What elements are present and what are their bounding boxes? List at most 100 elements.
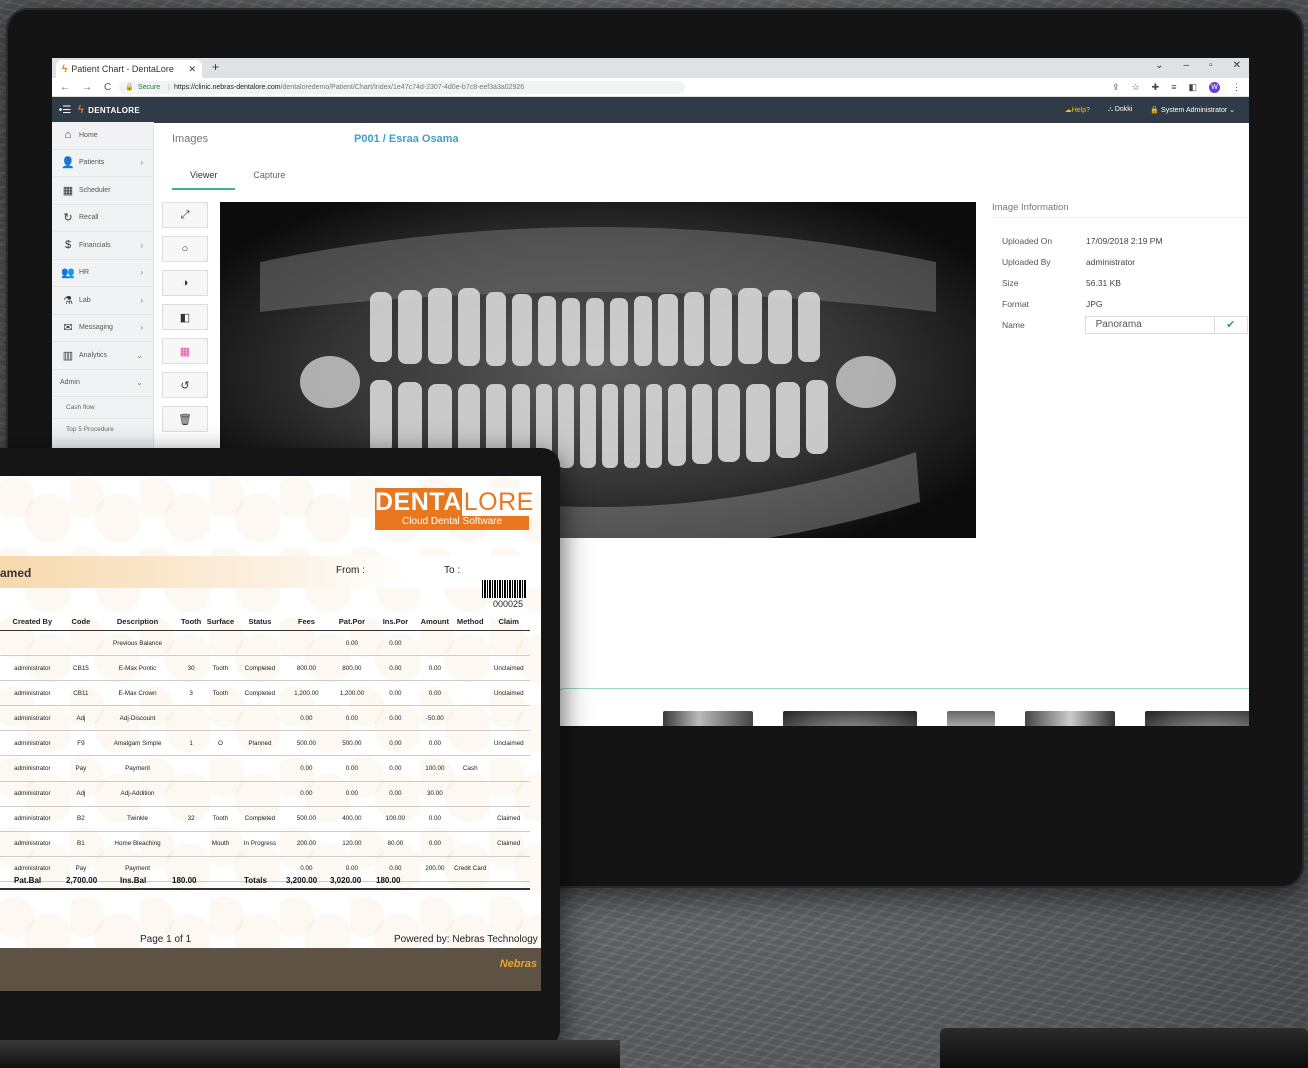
profile-avatar[interactable]: W xyxy=(1209,81,1220,93)
column-header: Pat.Por xyxy=(329,612,375,631)
sidebar-item-financials[interactable]: $ Financials › xyxy=(52,232,153,260)
sidebar-subitem-cash-flow[interactable]: Cash flow xyxy=(52,397,153,419)
reload-icon[interactable]: C xyxy=(104,82,111,93)
clinic-selector[interactable]: ⛬ Dokki xyxy=(1108,106,1132,114)
thumbnail-image[interactable] xyxy=(1025,711,1115,726)
thumbnail-image[interactable] xyxy=(663,711,753,726)
thumbnail-image[interactable] xyxy=(1145,711,1249,726)
sidebar-item-analytics[interactable]: ▥ Analytics ⌄ xyxy=(52,342,153,370)
table-cell: 0.00 xyxy=(374,630,417,657)
table-cell xyxy=(453,680,488,707)
sidebar-item-admin[interactable]: Admin ⌄ xyxy=(52,370,153,397)
users-icon: 👥 xyxy=(61,267,75,280)
table-cell: Adj xyxy=(64,781,98,807)
minimize-icon[interactable]: – xyxy=(1184,60,1190,71)
sidebar-item-hr[interactable]: 👥 HR › xyxy=(52,260,153,287)
table-row: Previous Balance 0.00 0.00 xyxy=(0,630,530,657)
bar-chart-icon: ▥ xyxy=(62,349,74,362)
table-cell: In Progress xyxy=(236,831,284,857)
restore-icon[interactable]: ▫ xyxy=(1209,60,1213,71)
table-cell: 0.00 xyxy=(283,755,330,782)
column-header: Amount xyxy=(416,612,454,631)
table-cell: 0.00 xyxy=(329,755,375,782)
thumbnail-image[interactable] xyxy=(783,711,917,726)
tab-capture[interactable]: Capture xyxy=(235,166,303,190)
sidebar-subitem-top-procedure[interactable]: Top 5 Procedure xyxy=(52,419,153,441)
column-header: Surface xyxy=(204,612,237,631)
contrast-button[interactable]: ◑ xyxy=(162,270,208,296)
close-window-icon[interactable]: ✕ xyxy=(1233,60,1241,71)
close-icon[interactable]: ✕ xyxy=(188,64,196,75)
colorize-button[interactable]: ▦ xyxy=(162,338,208,364)
dollar-icon: $ xyxy=(64,239,72,252)
table-cell: administrator xyxy=(0,705,65,732)
table-cell: Adj-Discount xyxy=(97,705,178,732)
sidebar-item-patients[interactable]: 👤 Patients › xyxy=(52,150,153,177)
back-icon[interactable]: ← xyxy=(60,82,70,93)
extensions-icon[interactable]: ✚ xyxy=(1152,82,1160,93)
help-link[interactable]: ☁Help? xyxy=(1065,106,1090,114)
forward-icon[interactable]: → xyxy=(82,82,92,93)
table-cell: administrator xyxy=(0,680,65,707)
app-brand[interactable]: ϟ DENTALORE xyxy=(78,104,140,116)
flask-icon: ⚗ xyxy=(63,294,73,307)
account-menu[interactable]: 🔒 System Administrator ⌄ xyxy=(1150,106,1235,114)
table-cell: 800.00 xyxy=(329,655,375,682)
table-cell: 400.00 xyxy=(329,806,375,832)
table-cell xyxy=(177,630,205,657)
url-input[interactable]: 🔒 Secure | https://clinic.nebras-dentalo… xyxy=(119,80,686,94)
new-tab-button[interactable]: + xyxy=(212,60,219,74)
sidebar-item-scheduler[interactable]: ▦ Scheduler xyxy=(52,177,153,205)
table-cell xyxy=(204,630,237,657)
star-icon[interactable]: ☆ xyxy=(1132,82,1140,93)
image-toolbar: ⤢ ○ ◑ ◧ ▦ ↺ 🗑 xyxy=(162,202,208,440)
delete-button[interactable]: 🗑 xyxy=(162,406,208,432)
reading-list-icon[interactable]: ≡ xyxy=(1171,82,1176,92)
menu-dots-icon[interactable]: ⋮ xyxy=(1232,82,1241,93)
reset-button[interactable]: ↺ xyxy=(162,372,208,398)
image-name-input[interactable]: Panorama xyxy=(1084,315,1215,334)
save-name-button[interactable]: ✔ xyxy=(1214,315,1248,334)
report-footer-bar xyxy=(0,948,541,991)
invert-button[interactable]: ◧ xyxy=(162,304,208,330)
address-bar: ← → C 🔒 Secure | https://clinic.nebras-d… xyxy=(52,78,1249,97)
chevron-right-icon: › xyxy=(140,295,143,305)
sidebar-item-lab[interactable]: ⚗ Lab › xyxy=(52,287,153,315)
help-icon: ☁ xyxy=(1064,107,1072,114)
table-cell: 0.00 xyxy=(416,655,454,682)
table-cell: 0.00 xyxy=(374,781,417,807)
barcode xyxy=(482,580,527,598)
browser-tab-title: Patient Chart - DentaLore xyxy=(71,64,174,74)
table-cell: 0.00 xyxy=(416,806,454,832)
barcode-number: 000025 xyxy=(493,599,524,609)
table-cell: O xyxy=(204,730,237,757)
invert-icon: ◧ xyxy=(179,311,191,324)
table-cell: 0.00 xyxy=(416,680,454,707)
sidepanel-icon[interactable]: ◧ xyxy=(1188,82,1197,93)
table-cell: B1 xyxy=(64,831,98,857)
hamburger-menu-icon[interactable]: •☰ xyxy=(52,105,78,116)
share-icon[interactable]: ⇪ xyxy=(1112,82,1120,93)
table-cell xyxy=(487,755,530,782)
sidebar-item-home[interactable]: ⌂ Home xyxy=(52,122,153,150)
table-cell: Adj-Addition xyxy=(97,781,178,807)
chevron-down-icon[interactable]: ⌄ xyxy=(1155,60,1163,71)
table-cell: Tooth xyxy=(204,680,237,707)
table-cell: 120.00 xyxy=(329,831,375,857)
patient-link[interactable]: P001 / Esraa Osama xyxy=(354,133,459,145)
table-cell: 1,200.00 xyxy=(283,680,330,707)
table-cell: F9 xyxy=(64,730,98,757)
browser-tab[interactable]: ϟ Patient Chart - DentaLore ✕ xyxy=(56,60,202,78)
sidebar-item-recall[interactable]: ↻ Recall xyxy=(52,205,153,232)
info-row-name: Name Panorama ✔ xyxy=(992,314,1248,335)
sidebar-item-messaging[interactable]: ✉ Messaging › xyxy=(52,315,153,342)
table-cell xyxy=(453,781,488,807)
calendar-icon: ▦ xyxy=(62,184,74,197)
brightness-button[interactable]: ○ xyxy=(162,236,208,262)
table-cell xyxy=(236,630,284,657)
secure-label: Secure xyxy=(137,83,161,91)
thumbnail-image[interactable] xyxy=(947,711,995,726)
expand-button[interactable]: ⤢ xyxy=(162,202,208,228)
report-powered-by: Powered by: Nebras Technology xyxy=(394,934,538,945)
tab-viewer[interactable]: Viewer xyxy=(172,166,236,190)
